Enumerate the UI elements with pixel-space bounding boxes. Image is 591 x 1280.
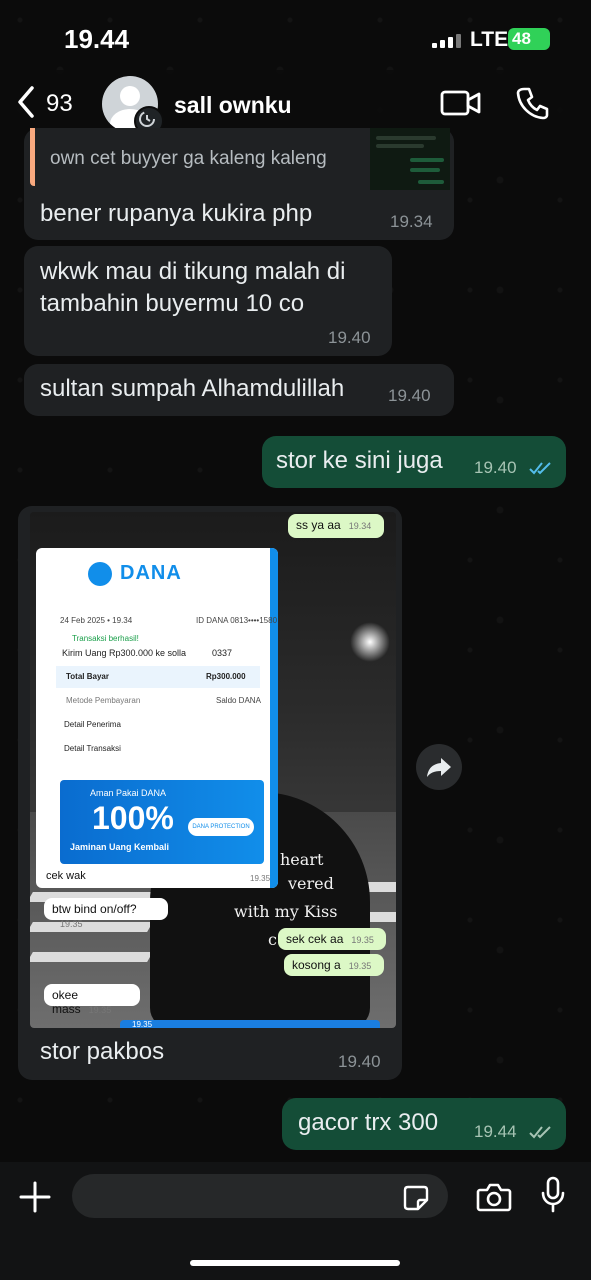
receipt-account: 0337 (212, 648, 233, 658)
video-call-icon[interactable] (440, 88, 482, 123)
screenshot-bubble: sek cek aa 19.35 (278, 928, 386, 950)
hoodie-text: vered (288, 874, 334, 893)
message-input[interactable] (72, 1174, 448, 1218)
receipt-total-row: Total Bayar Rp300.000 (56, 666, 260, 688)
hoodie-text: c (268, 930, 277, 949)
message-bubble-incoming[interactable]: sultan sumpah Alhamdulillah 19.40 (24, 364, 454, 416)
read-ticks-icon (529, 462, 551, 475)
screenshot-bubble-text: cek wak (46, 870, 86, 882)
dana-brand: DANA (120, 562, 182, 584)
bottom-strip: 19.35 (120, 1020, 380, 1028)
message-time: 19.34 (390, 212, 433, 231)
quoted-text: own cet buyyer ga kaleng kaleng (50, 148, 327, 169)
receipt-transfer: Kirim Uang Rp300.000 ke solla (62, 648, 187, 658)
message-time: 19.40 (328, 328, 371, 347)
receipt-date: 24 Feb 2025 • 19.34 (60, 616, 133, 625)
unread-count[interactable]: 93 (46, 90, 73, 118)
receipt-status: Transaksi berhasil! (72, 634, 139, 643)
status-time: 19.44 (64, 24, 130, 54)
contact-name[interactable]: sall ownku (174, 92, 292, 119)
message-text: bener rupanya kukira php (40, 200, 313, 227)
screenshot-bubble-time: 19.35 (250, 874, 271, 883)
screenshot-bubble: kosong a 19.35 (284, 954, 384, 976)
message-time: 19.40 (474, 458, 517, 477)
message-text-line1: wkwk mau di tikung malah di (40, 258, 346, 285)
message-text: sultan sumpah Alhamdulillah (40, 375, 345, 402)
message-time: 19.44 (474, 1122, 517, 1141)
phone-call-icon[interactable] (516, 86, 550, 125)
mic-icon[interactable] (540, 1176, 566, 1219)
screenshot-bubble: okee mass 19.35 (44, 984, 140, 1016)
back-chevron-icon[interactable] (12, 84, 42, 120)
dana-logo-icon (88, 562, 112, 586)
network-label: LTE (470, 28, 509, 51)
message-bubble-incoming[interactable]: wkwk mau di tikung malah di tambahin buy… (24, 246, 392, 356)
message-bubble-outgoing[interactable]: gacor trx 300 19.44 (282, 1098, 566, 1150)
dana-receipt: DANA 24 Feb 2025 • 19.34 ID DANA 0813•••… (36, 548, 278, 888)
receipt-id: ID DANA 0813••••1580 (196, 616, 278, 625)
status-bar: 19.44 LTE 48 (0, 0, 591, 78)
screenshot-bubble: ss ya aa 19.34 (288, 514, 384, 538)
receipt-detail-transaction: Detail Transaksi (64, 744, 121, 753)
signal-icon (432, 34, 464, 48)
message-text: stor pakbos (40, 1038, 165, 1065)
message-text: gacor trx 300 (298, 1109, 439, 1136)
screenshot-bubble: btw bind on/off?19.35 (44, 898, 168, 929)
hoodie-text: with my Kiss (234, 902, 338, 921)
delivered-ticks-icon (529, 1126, 551, 1139)
composer-bar (0, 1162, 591, 1280)
message-text-line2: tambahin buyermu 10 co (40, 290, 305, 317)
quoted-thumbnail (370, 128, 450, 190)
receipt-method-value: Saldo DANA (216, 696, 261, 705)
forward-icon[interactable] (416, 744, 462, 790)
receipt-detail-recipient: Detail Penerima (64, 720, 121, 729)
message-bubble-outgoing[interactable]: stor ke sini juga 19.40 (262, 436, 566, 488)
sticker-icon[interactable] (402, 1184, 430, 1217)
receipt-method-label: Metode Pembayaran (66, 696, 141, 705)
quote-accent (30, 128, 35, 186)
message-time: 19.40 (388, 386, 431, 405)
plus-icon[interactable] (18, 1180, 52, 1219)
hoodie-text: heart (280, 850, 324, 869)
battery-icon: 48 (508, 28, 550, 50)
message-time: 19.40 (338, 1052, 381, 1071)
home-indicator (190, 1260, 400, 1266)
dana-banner: Aman Pakai DANA 100% Jaminan Uang Kembal… (60, 780, 264, 864)
message-text: stor ke sini juga (276, 447, 443, 474)
camera-icon[interactable] (476, 1182, 512, 1217)
